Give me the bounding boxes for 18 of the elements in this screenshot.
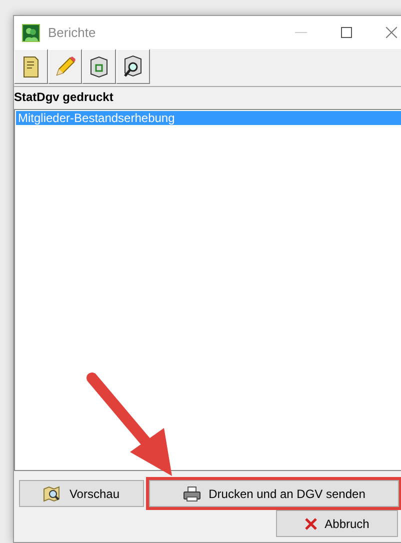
close-icon bbox=[304, 518, 317, 530]
document-icon bbox=[23, 56, 39, 78]
box-icon bbox=[89, 56, 109, 78]
printer-icon bbox=[182, 486, 201, 502]
toolbar-button[interactable] bbox=[82, 49, 116, 84]
map-search-icon bbox=[43, 486, 62, 502]
list-heading: StatDgv gedruckt bbox=[14, 89, 114, 106]
pencil-icon bbox=[54, 56, 76, 78]
preview-button[interactable]: Vorschau bbox=[19, 480, 144, 507]
box-search-icon bbox=[122, 54, 144, 78]
print-button[interactable]: Drucken und an DGV senden bbox=[149, 480, 399, 507]
cancel-button[interactable]: Abbruch bbox=[276, 510, 398, 537]
app-icon bbox=[22, 24, 40, 42]
window-title: Berichte bbox=[48, 24, 96, 42]
toolbar-button[interactable] bbox=[14, 49, 48, 84]
toolbar-button[interactable] bbox=[116, 49, 150, 84]
maximize-icon[interactable] bbox=[341, 27, 352, 38]
close-icon[interactable] bbox=[386, 27, 397, 38]
